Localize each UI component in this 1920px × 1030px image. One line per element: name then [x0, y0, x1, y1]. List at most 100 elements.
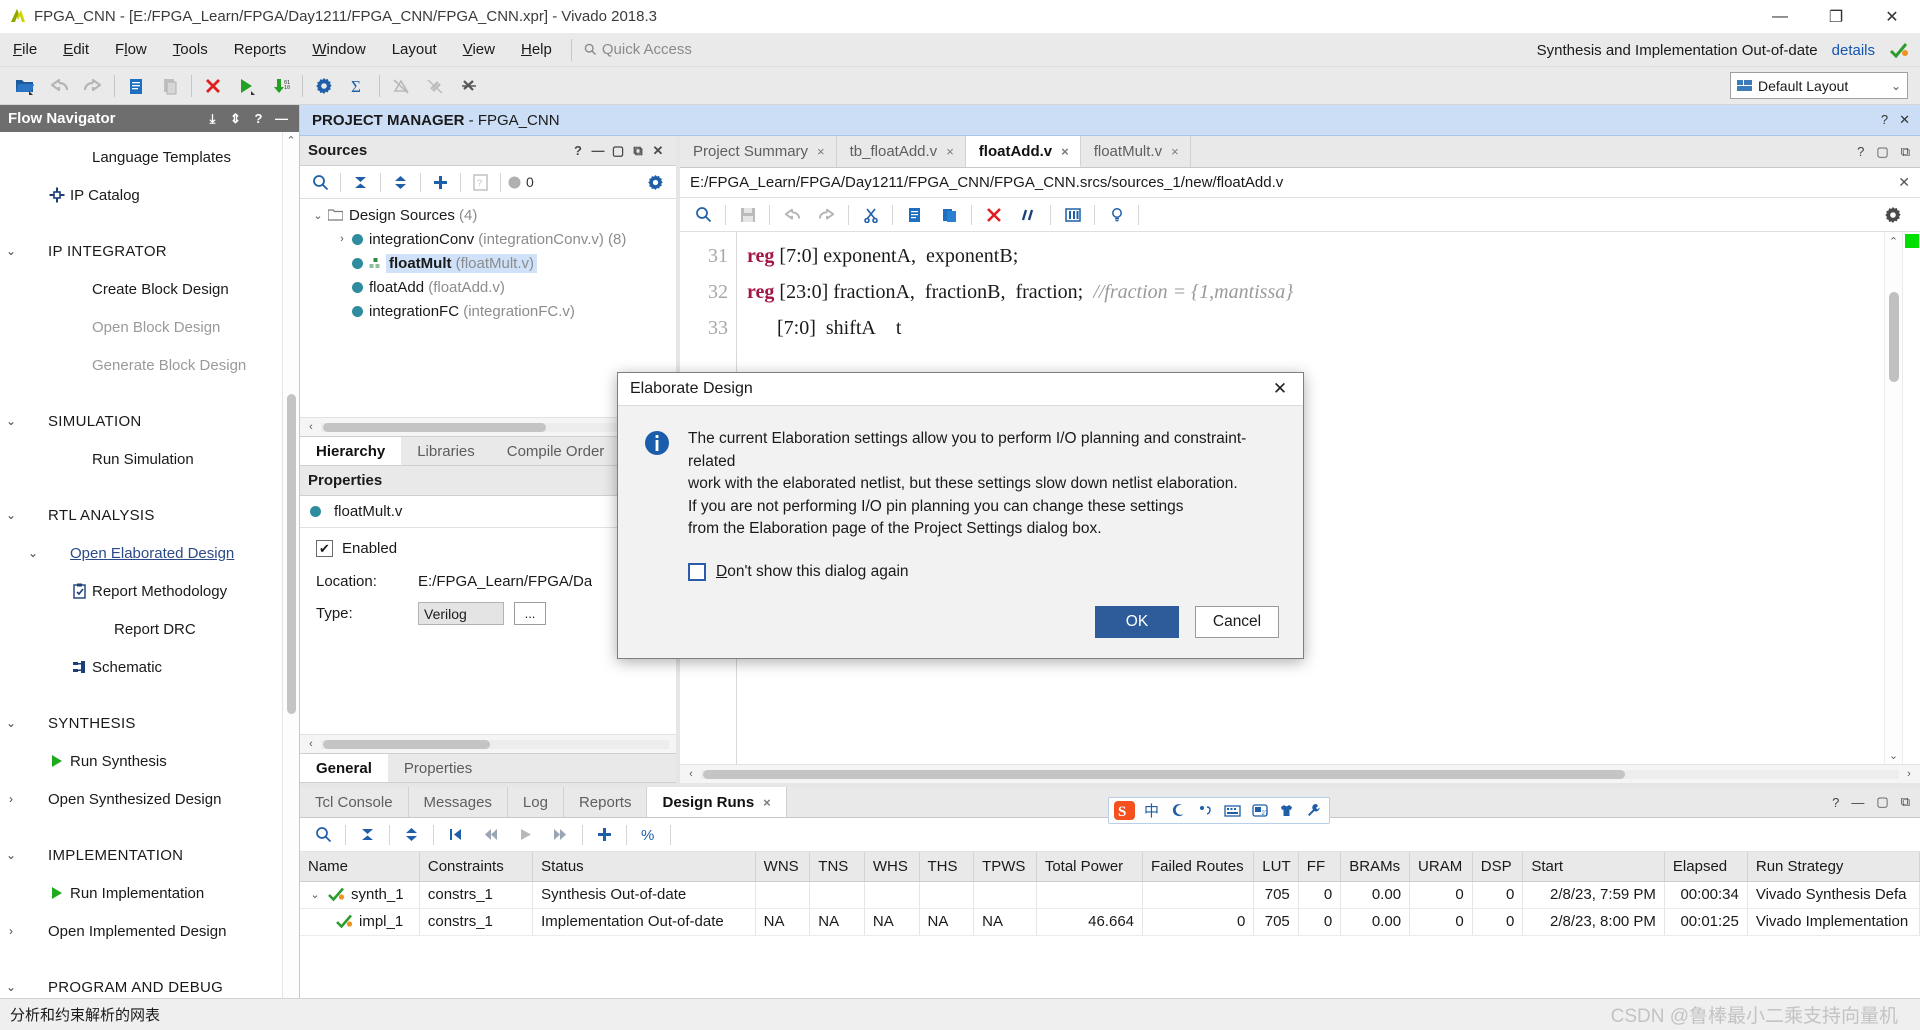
maximize-icon[interactable]: ▢	[1876, 794, 1888, 810]
scrollbar-thumb[interactable]	[1889, 292, 1899, 382]
type-browse-button[interactable]: ...	[514, 602, 546, 625]
tab-libraries[interactable]: Libraries	[401, 437, 491, 465]
code-line[interactable]: reg [23:0] fractionA, fractionB, fractio…	[747, 274, 1920, 310]
column-header[interactable]: TPWS	[973, 852, 1037, 882]
editor-tab-tb-floatadd-v[interactable]: tb_floatAdd.v ×	[837, 136, 966, 167]
collapse-all-icon[interactable]	[344, 168, 377, 197]
editor-tab-project-summary[interactable]: Project Summary ×	[680, 136, 837, 167]
enabled-checkbox-row[interactable]: ✔ Enabled	[316, 540, 666, 557]
column-header[interactable]: Status	[532, 852, 756, 882]
column-header[interactable]: LUT	[1253, 852, 1299, 882]
menu-layout[interactable]: Layout	[379, 33, 450, 67]
code-vertical-scrollbar[interactable]: ⌃ ⌄	[1884, 232, 1902, 764]
scroll-up-icon[interactable]: ⌃	[283, 132, 299, 149]
add-icon[interactable]	[587, 820, 622, 850]
bulb-icon[interactable]	[1099, 200, 1134, 230]
close-icon[interactable]: ✕	[1899, 112, 1910, 128]
flow-navigator-scrollbar[interactable]: ⌃ ⌄	[282, 132, 299, 1023]
scrollbar-thumb[interactable]	[323, 422, 546, 432]
settings-icon[interactable]	[307, 70, 341, 102]
dont-show-again-row[interactable]: Don't show this dialog again	[688, 562, 1277, 581]
code-line[interactable]: reg [7:0] exponentA, exponentB;	[747, 238, 1920, 274]
column-header[interactable]: Elapsed	[1664, 852, 1748, 882]
columns-icon[interactable]	[1055, 200, 1090, 230]
undo-icon[interactable]	[42, 70, 76, 102]
chevron-down-icon[interactable]: ⌄	[308, 209, 328, 222]
comment-icon[interactable]	[1011, 200, 1046, 230]
minimize-icon[interactable]: —	[1851, 795, 1864, 810]
attach-icon[interactable]	[418, 70, 452, 102]
details-link[interactable]: details	[1832, 42, 1875, 59]
maximize-icon[interactable]: ▢	[608, 143, 628, 159]
sidebar-item-open-synthesized-design[interactable]: › Open Synthesized Design	[0, 780, 282, 818]
code-line[interactable]: [7:0] shiftA t	[747, 310, 1920, 346]
editor-tab-floatadd-v[interactable]: floatAdd.v ×	[965, 136, 1081, 167]
column-header[interactable]: THS	[919, 852, 975, 882]
float-icon[interactable]: ⧉	[1901, 144, 1910, 160]
sidebar-item-ip-integrator[interactable]: ⌄ IP INTEGRATOR	[0, 232, 282, 270]
warning-badge[interactable]: 0	[504, 174, 538, 190]
code-hscroll[interactable]: ‹ ›	[680, 764, 1920, 783]
maximize-icon[interactable]: ▢	[1876, 144, 1888, 160]
sidebar-item-run-implementation[interactable]: Run Implementation	[0, 874, 282, 912]
maximize-button[interactable]: ❐	[1808, 0, 1864, 33]
play-icon[interactable]	[508, 820, 543, 850]
save-icon[interactable]	[730, 200, 765, 230]
scroll-left-icon[interactable]: ‹	[684, 768, 698, 780]
type-select[interactable]: Verilog	[418, 602, 504, 625]
dock-tab-messages[interactable]: Messages	[409, 787, 508, 817]
scroll-track[interactable]	[701, 769, 1899, 779]
tab-close-icon[interactable]: ×	[817, 144, 825, 159]
punctuation-icon[interactable]	[1193, 799, 1218, 822]
run-icon[interactable]	[230, 70, 264, 102]
help-icon[interactable]: ?	[249, 111, 268, 126]
menu-tools[interactable]: Tools	[160, 33, 221, 67]
help-icon[interactable]: ?	[1857, 144, 1864, 159]
column-header[interactable]: Run Strategy	[1747, 852, 1920, 882]
scroll-left-icon[interactable]: ‹	[304, 421, 318, 433]
ime-toolbar[interactable]: S 中 27	[1108, 797, 1330, 824]
chinese-mode-icon[interactable]: 中	[1139, 799, 1164, 822]
expand-all-icon[interactable]	[384, 168, 417, 197]
first-icon[interactable]	[438, 820, 473, 850]
open-project-icon[interactable]	[8, 70, 42, 102]
run-name-cell[interactable]: ⌄ synth_1	[300, 881, 420, 909]
sidebar-item-report-methodology[interactable]: Report Methodology	[0, 572, 282, 610]
sidebar-item-open-implemented-design[interactable]: › Open Implemented Design	[0, 912, 282, 950]
cut-link-icon[interactable]	[452, 70, 486, 102]
run-name-cell[interactable]: impl_1	[300, 908, 420, 936]
column-header[interactable]: Start	[1522, 852, 1665, 882]
paste-icon[interactable]	[153, 70, 187, 102]
moon-icon[interactable]	[1166, 799, 1191, 822]
tree-item[interactable]: ⌄ Design Sources (4)	[300, 203, 676, 227]
scrollbar-thumb[interactable]	[323, 739, 491, 749]
column-header[interactable]: TNS	[809, 852, 865, 882]
scroll-up-icon[interactable]: ⌃	[1885, 232, 1902, 250]
keyboard-icon[interactable]	[1220, 799, 1245, 822]
undo-icon[interactable]	[774, 200, 809, 230]
design-runs-table-wrapper[interactable]: Name Constraints Status WNS TNS WHS THS TPWS Tot…	[300, 852, 1920, 1004]
menu-reports[interactable]: Reports	[221, 33, 300, 67]
tab-hierarchy[interactable]: Hierarchy	[300, 437, 402, 465]
cancel-button[interactable]: Cancel	[1195, 606, 1279, 638]
tree-item[interactable]: integrationFC (integrationFC.v)	[300, 299, 676, 323]
scrollbar-thumb[interactable]	[703, 769, 1626, 779]
layout-selector[interactable]: Default Layout ⌄	[1730, 72, 1908, 99]
quick-access-input[interactable]: Quick Access	[578, 41, 778, 58]
sum-icon[interactable]: Σ	[341, 70, 375, 102]
close-button[interactable]: ✕	[1864, 0, 1920, 33]
tab-properties[interactable]: Properties	[388, 754, 488, 782]
menu-edit[interactable]: Edit	[50, 33, 102, 67]
tab-compile-order[interactable]: Compile Order	[491, 437, 621, 465]
column-header[interactable]: URAM	[1409, 852, 1473, 882]
tree-item[interactable]: › integrationConv (integrationConv.v) (8)	[300, 227, 676, 251]
dialog-close-button[interactable]: ✕	[1263, 374, 1297, 404]
table-row[interactable]: impl_1 constrs_1 Implementation Out-of-dat…	[300, 908, 1920, 936]
float-icon[interactable]: ⧉	[1901, 794, 1910, 810]
tab-general[interactable]: General	[300, 754, 388, 782]
dock-tab-tcl-console[interactable]: Tcl Console	[300, 787, 409, 817]
dock-tab-log[interactable]: Log	[508, 787, 564, 817]
sidebar-item-create-block-design[interactable]: Create Block Design	[0, 270, 282, 308]
tab-close-icon[interactable]: ×	[946, 144, 954, 159]
tab-close-icon[interactable]: ×	[763, 795, 771, 810]
